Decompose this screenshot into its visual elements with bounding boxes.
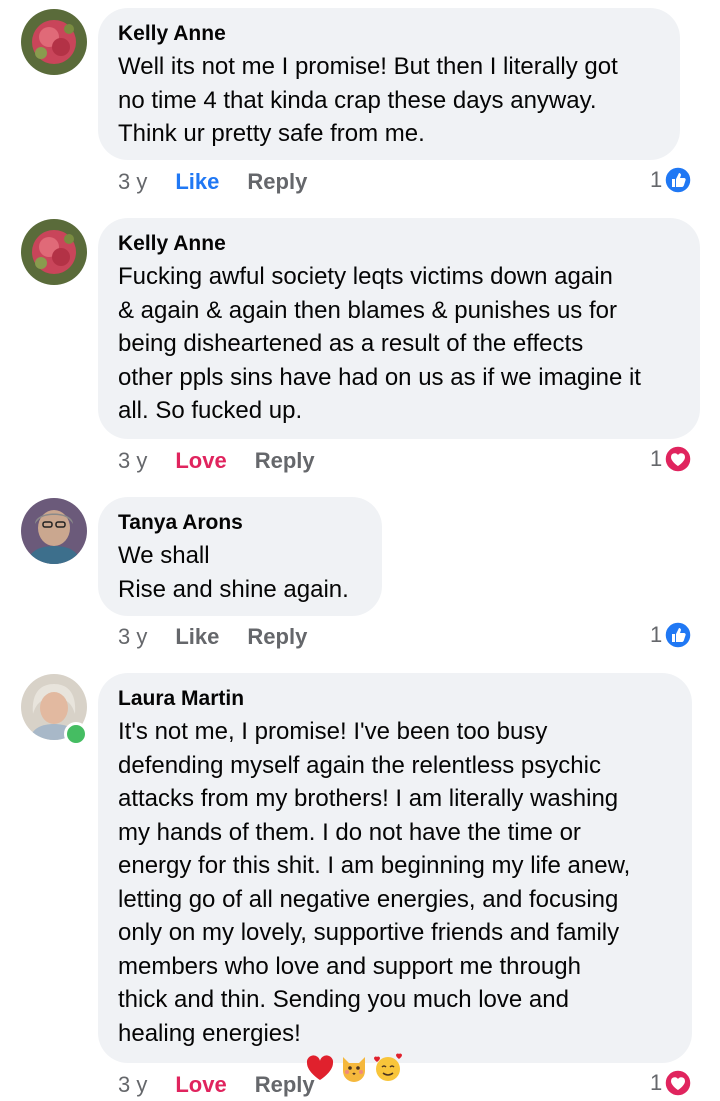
- smiling-face-with-hearts-emoji: [373, 1019, 403, 1081]
- avatar[interactable]: [21, 498, 87, 564]
- reaction-count[interactable]: 1: [650, 621, 692, 649]
- reply-button[interactable]: Reply: [255, 447, 315, 475]
- reaction-count[interactable]: 1: [650, 166, 692, 194]
- like-button[interactable]: Like: [175, 623, 219, 651]
- reply-button[interactable]: Reply: [247, 168, 307, 196]
- flower-avatar-icon: [21, 219, 87, 285]
- like-button[interactable]: Like: [175, 168, 219, 196]
- like-icon: [664, 621, 692, 649]
- comment-text: Fucking awful society leqts victims down…: [118, 263, 641, 424]
- red-heart-emoji: [305, 1019, 335, 1080]
- comment-author[interactable]: Tanya Arons: [118, 511, 362, 535]
- like-icon: [664, 166, 692, 194]
- comment-bubble: Laura Martin It's not me, I promise! I'v…: [98, 673, 692, 1082]
- comment-text: It's not me, I promise! I've been too bu…: [118, 715, 672, 1082]
- reaction-count-number: 1: [650, 446, 663, 471]
- online-status-icon: [64, 722, 88, 746]
- comment-time[interactable]: 3 y: [118, 168, 147, 196]
- comment-text: We shall Rise and shine again.: [118, 542, 349, 603]
- comment-bubble: Kelly Anne Well its not me I promise! Bu…: [98, 8, 680, 160]
- comment-time[interactable]: 3 y: [118, 1071, 147, 1099]
- reaction-count-number: 1: [650, 622, 663, 647]
- comment-text: Well its not me I promise! But then I li…: [118, 53, 618, 147]
- love-button[interactable]: Love: [175, 1071, 226, 1099]
- reply-button[interactable]: Reply: [247, 623, 307, 651]
- comment-time[interactable]: 3 y: [118, 623, 147, 651]
- love-icon: [664, 1069, 692, 1097]
- comment-bubble: Tanya Arons We shall Rise and shine agai…: [98, 497, 382, 616]
- person-avatar-icon: [21, 498, 87, 564]
- comment-author[interactable]: Kelly Anne: [118, 22, 660, 46]
- reaction-count[interactable]: 1: [650, 1069, 692, 1097]
- reaction-count-number: 1: [650, 167, 663, 192]
- love-button[interactable]: Love: [175, 447, 226, 475]
- avatar[interactable]: [21, 219, 87, 285]
- kissing-cat-emoji: [339, 1019, 369, 1082]
- reply-button[interactable]: Reply: [255, 1071, 315, 1099]
- comment-time[interactable]: 3 y: [118, 447, 147, 475]
- reaction-count-number: 1: [650, 1070, 663, 1095]
- comment-text-body: It's not me, I promise! I've been too bu…: [118, 718, 631, 1047]
- love-icon: [664, 445, 692, 473]
- flower-avatar-icon: [21, 9, 87, 75]
- reaction-count[interactable]: 1: [650, 445, 692, 473]
- avatar[interactable]: [21, 9, 87, 75]
- comment-bubble: Kelly Anne Fucking awful society leqts v…: [98, 218, 700, 439]
- comment-author[interactable]: Laura Martin: [118, 687, 672, 711]
- comment-author[interactable]: Kelly Anne: [118, 232, 680, 256]
